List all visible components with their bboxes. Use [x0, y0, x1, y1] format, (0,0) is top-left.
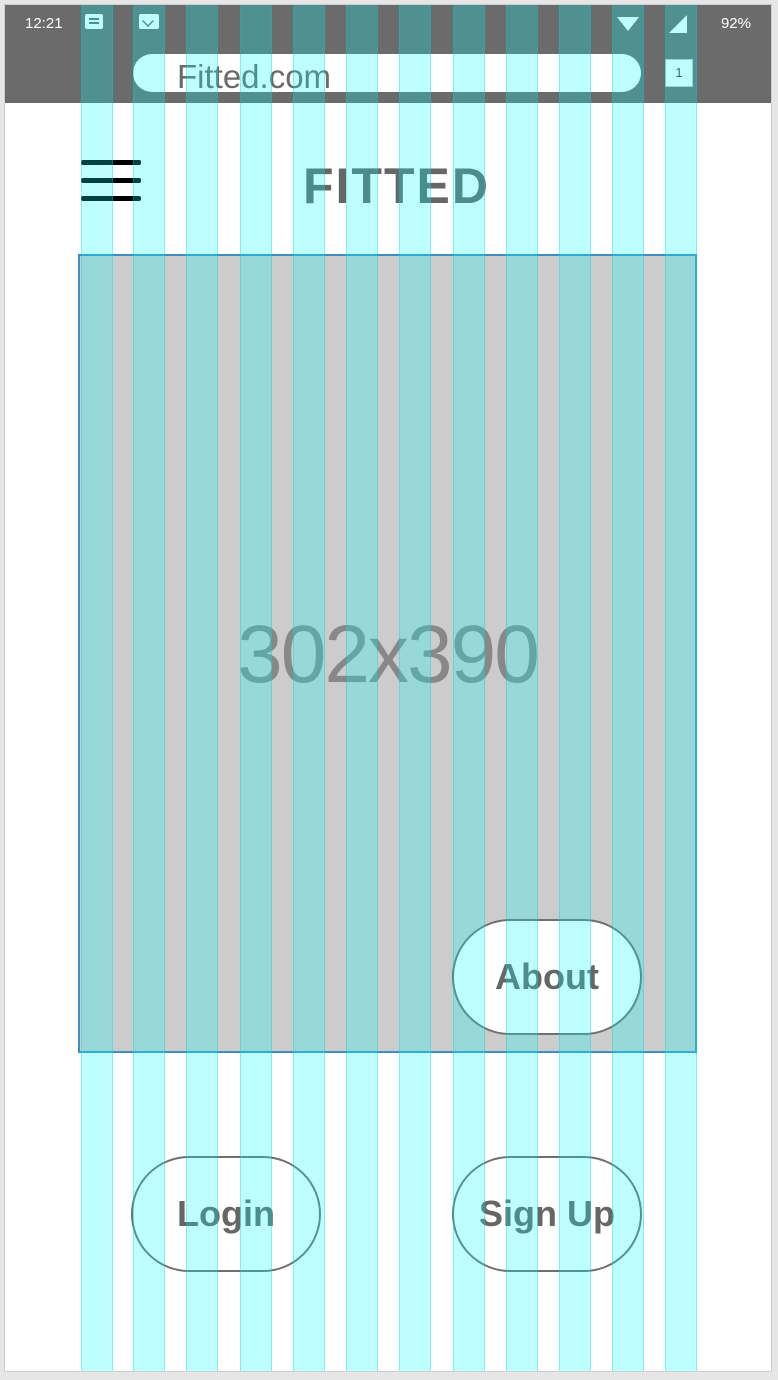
site-logo[interactable]: FITTED [303, 157, 490, 215]
status-time: 12:21 [25, 15, 63, 32]
message-icon [85, 14, 103, 29]
url-text: Fitted.com [177, 58, 332, 95]
url-field[interactable]: Fitted.com [133, 54, 641, 95]
login-button[interactable]: Login [131, 1156, 321, 1272]
mail-icon [139, 14, 159, 29]
tabs-count-button[interactable]: 1 [665, 59, 693, 87]
hamburger-menu-icon[interactable] [81, 160, 141, 204]
about-button[interactable]: About [452, 919, 642, 1035]
sign-up-button[interactable]: Sign Up [452, 1156, 642, 1272]
phone-screen: 12:21 92% Fitted.com 1 FITTED 302x390 Ab… [4, 4, 772, 1372]
wifi-icon [617, 17, 639, 31]
browser-address-bar: Fitted.com 1 [5, 42, 771, 103]
status-bar: 12:21 92% [5, 5, 771, 42]
placeholder-dimensions-label: 302x390 [237, 609, 540, 700]
battery-level: 92% [720, 15, 751, 32]
signal-icon [669, 15, 687, 33]
